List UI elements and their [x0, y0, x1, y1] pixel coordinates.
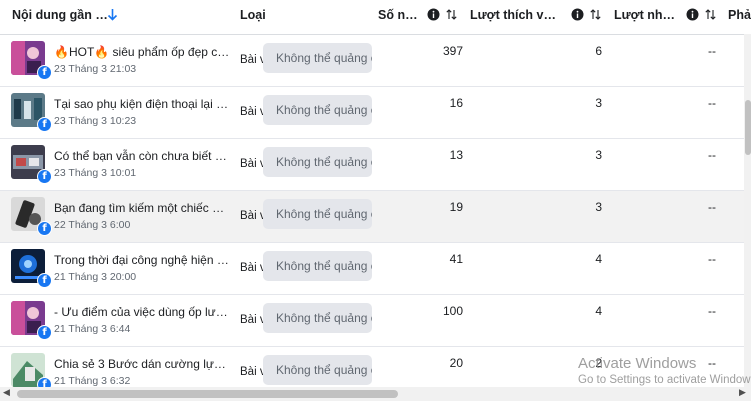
- link-clicks-value: --: [708, 252, 716, 266]
- info-icon[interactable]: [571, 8, 584, 21]
- header-link-clicks[interactable]: Lượt nhấn vào liên kết: [614, 0, 678, 34]
- sort-toggle-icon[interactable]: [704, 8, 717, 21]
- likes-value: 3: [595, 148, 602, 162]
- post-title[interactable]: - Ưu điểm của việc dùng ốp lưng c...: [54, 305, 230, 319]
- table-row[interactable]: f Có thể bạn vẫn còn chưa biết đến l... …: [0, 139, 751, 191]
- boost-unavailable-button[interactable]: Không thể quảng cáo: [263, 355, 372, 385]
- post-type: Bài viết: [240, 158, 264, 170]
- scroll-left-arrow-icon[interactable]: ◀: [3, 388, 10, 398]
- facebook-icon: f: [37, 117, 52, 132]
- post-type: Bài viết: [240, 106, 264, 118]
- facebook-icon: f: [37, 325, 52, 340]
- scroll-right-arrow-icon[interactable]: ▶: [739, 388, 746, 398]
- likes-value: 3: [595, 96, 602, 110]
- facebook-icon: f: [37, 273, 52, 288]
- sort-toggle-icon[interactable]: [589, 8, 602, 21]
- header-likes-reactions[interactable]: Lượt thích và cảm xúc: [470, 0, 562, 34]
- table-row[interactable]: f Trong thời đại công nghệ hiện nay,... …: [0, 243, 751, 295]
- header-recent-content[interactable]: Nội dung gần đây: [12, 0, 112, 34]
- link-clicks-value: --: [708, 44, 716, 58]
- post-title[interactable]: 🔥HOT🔥 siêu phẩm ốp đẹp chỉ từ ...: [54, 45, 230, 59]
- header-next-column[interactable]: Phả: [728, 0, 751, 34]
- post-date: 23 Tháng 3 10:23: [54, 115, 137, 127]
- post-date: 23 Tháng 3 10:01: [54, 167, 137, 179]
- vertical-scrollbar-track[interactable]: [744, 34, 751, 387]
- post-type: Bài viết: [240, 54, 264, 66]
- table-row[interactable]: f Bạn đang tìm kiếm một chiếc đồng... 22…: [0, 191, 751, 243]
- boost-unavailable-button[interactable]: Không thể quảng cáo: [263, 147, 372, 177]
- link-clicks-value: --: [708, 200, 716, 214]
- reach-value: 41: [449, 252, 463, 266]
- link-clicks-value: --: [708, 96, 716, 110]
- table-row[interactable]: f - Ưu điểm của việc dùng ốp lưng c... 2…: [0, 295, 751, 347]
- post-date: 21 Tháng 3 6:44: [54, 323, 131, 335]
- sort-toggle-icon[interactable]: [445, 8, 458, 21]
- post-title[interactable]: Trong thời đại công nghệ hiện nay,...: [54, 253, 230, 267]
- reach-value: 20: [449, 356, 463, 370]
- post-type: Bài viết: [240, 210, 264, 222]
- post-title[interactable]: Bạn đang tìm kiếm một chiếc đồng...: [54, 201, 230, 215]
- reach-value: 16: [449, 96, 463, 110]
- reach-value: 397: [442, 44, 463, 58]
- post-title[interactable]: Tại sao phụ kiện điện thoại lại rất c...: [54, 97, 230, 111]
- post-title[interactable]: Có thể bạn vẫn còn chưa biết đến l...: [54, 149, 230, 163]
- likes-value: 4: [595, 304, 602, 318]
- link-clicks-value: --: [708, 304, 716, 318]
- post-date: 21 Tháng 3 6:32: [54, 375, 131, 387]
- reach-value: 19: [449, 200, 463, 214]
- sort-down-arrow-icon[interactable]: [106, 8, 119, 21]
- table-header: Nội dung gần đây Loại Số người tiếp cận …: [0, 0, 751, 35]
- reach-value: 100: [442, 304, 463, 318]
- post-title[interactable]: Chia sẻ 3 Bước dán cường lực đơn ...: [54, 357, 230, 371]
- windows-activation-watermark-subtitle: Go to Settings to activate Windows.: [578, 374, 751, 386]
- likes-value: 6: [595, 44, 602, 58]
- link-clicks-value: --: [708, 148, 716, 162]
- reach-value: 13: [449, 148, 463, 162]
- vertical-scrollbar-thumb[interactable]: [745, 100, 751, 155]
- post-date: 21 Tháng 3 20:00: [54, 271, 137, 283]
- info-icon[interactable]: [427, 8, 440, 21]
- facebook-icon: f: [37, 221, 52, 236]
- windows-activation-watermark-title: Activate Windows: [578, 355, 697, 372]
- boost-unavailable-button[interactable]: Không thể quảng cáo: [263, 303, 372, 333]
- post-type: Bài viết: [240, 366, 264, 378]
- horizontal-scrollbar-thumb[interactable]: [17, 390, 398, 398]
- likes-value: 4: [595, 252, 602, 266]
- post-type: Bài viết: [240, 314, 264, 326]
- boost-unavailable-button[interactable]: Không thể quảng cáo: [263, 43, 372, 73]
- info-icon[interactable]: [686, 8, 699, 21]
- header-type[interactable]: Loại: [240, 0, 280, 34]
- header-reach[interactable]: Số người tiếp cận: [378, 0, 418, 34]
- likes-value: 3: [595, 200, 602, 214]
- boost-unavailable-button[interactable]: Không thể quảng cáo: [263, 95, 372, 125]
- boost-unavailable-button[interactable]: Không thể quảng cáo: [263, 251, 372, 281]
- facebook-icon: f: [37, 169, 52, 184]
- post-date: 23 Tháng 3 21:03: [54, 63, 137, 75]
- table-row[interactable]: f Tại sao phụ kiện điện thoại lại rất c.…: [0, 87, 751, 139]
- recent-content-table: Nội dung gần đây Loại Số người tiếp cận …: [0, 0, 751, 409]
- boost-unavailable-button[interactable]: Không thể quảng cáo: [263, 199, 372, 229]
- table-row[interactable]: f 🔥HOT🔥 siêu phẩm ốp đẹp chỉ từ ... 23 T…: [0, 35, 751, 87]
- post-type: Bài viết: [240, 262, 264, 274]
- post-date: 22 Tháng 3 6:00: [54, 219, 131, 231]
- facebook-icon: f: [37, 65, 52, 80]
